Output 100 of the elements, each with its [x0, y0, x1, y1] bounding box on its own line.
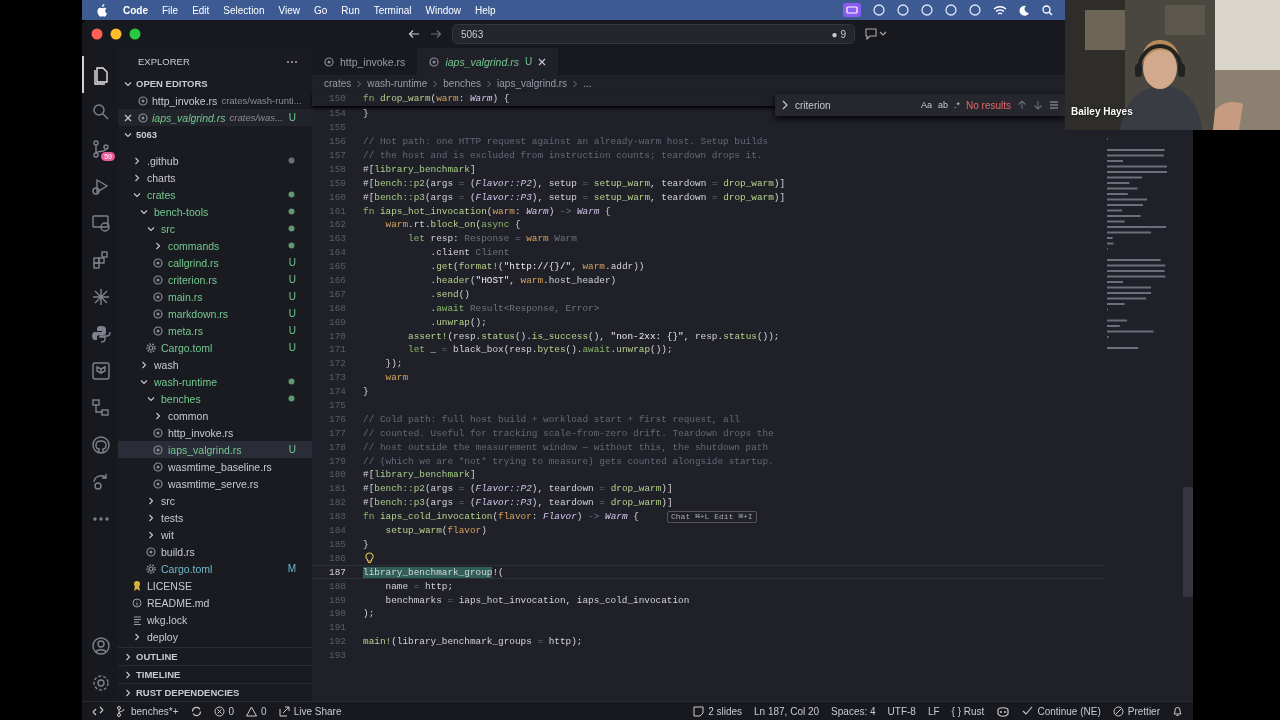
menu-item[interactable]: Help	[475, 4, 496, 16]
status-item[interactable]: benches*+	[131, 705, 179, 717]
tree-item[interactable]: Cargo.toml U	[118, 339, 312, 356]
status-item[interactable]: 0	[228, 705, 235, 717]
open-editor-item[interactable]: iaps_valgrind.rs crates/was... U	[118, 109, 312, 126]
status-item[interactable]: 0	[261, 705, 267, 717]
python-icon[interactable]	[91, 323, 111, 344]
menu-icon[interactable]	[1049, 100, 1059, 110]
more-actions-icon[interactable]	[286, 59, 298, 64]
chat-icon[interactable]	[865, 28, 887, 40]
tree-item[interactable]: callgrind.rs U	[118, 254, 312, 271]
screen-share-icon[interactable]	[843, 3, 861, 17]
close-icon[interactable]	[124, 113, 132, 122]
inline-chat-hint[interactable]: Chat ⌘+L Edit ⌘+I	[667, 510, 757, 523]
up-arrow-icon[interactable]	[1017, 100, 1027, 110]
menu-item[interactable]: File	[162, 4, 179, 16]
chevron-icon[interactable]	[781, 100, 789, 110]
tree-item[interactable]: charts	[118, 169, 312, 186]
status-item[interactable]: UTF-8	[887, 705, 916, 717]
tree-item[interactable]: meta.rs U	[118, 322, 312, 339]
files-icon[interactable]	[91, 64, 111, 85]
search-icon[interactable]	[91, 101, 111, 122]
status-item[interactable]: Live Share	[293, 705, 342, 717]
tree-item[interactable]: src	[118, 220, 312, 237]
search-icon[interactable]	[1042, 4, 1053, 16]
editor-tab[interactable]: iaps_valgrind.rs U	[417, 48, 559, 75]
menu-item[interactable]: Go	[314, 4, 328, 16]
tree-icon[interactable]	[91, 397, 111, 418]
bell-icon[interactable]	[1172, 705, 1183, 717]
find-option-toggle[interactable]: ab	[937, 100, 948, 110]
github-icon[interactable]	[91, 434, 111, 455]
tree-item[interactable]: wash-runtime	[118, 373, 312, 390]
menu-item[interactable]: Terminal	[373, 4, 412, 16]
command-center-field[interactable]: 5063 ● 9	[452, 24, 855, 44]
tree-item[interactable]: common	[118, 407, 312, 424]
status-item[interactable]: 2 slides	[708, 705, 743, 717]
down-arrow-icon[interactable]	[1033, 100, 1043, 110]
status-item[interactable]: { } Rust	[951, 705, 985, 717]
tree-item[interactable]: iaps_valgrind.rs U	[118, 441, 312, 458]
folder-header[interactable]: 5063	[118, 126, 312, 143]
find-option-toggle[interactable]: Aa	[920, 100, 932, 110]
circle-icon[interactable]	[921, 4, 933, 16]
section-header[interactable]: TIMELINE	[118, 665, 312, 683]
tree-item[interactable]: src	[118, 492, 312, 509]
status-item[interactable]: Continue (NE)	[1037, 705, 1101, 717]
close-icon[interactable]	[538, 57, 547, 66]
tree-item[interactable]: Cargo.toml M	[118, 560, 312, 577]
status-item[interactable]: Spaces: 4	[831, 705, 876, 717]
close-window-button[interactable]	[91, 28, 103, 40]
menu-item[interactable]: Run	[341, 4, 360, 16]
terraform-icon[interactable]	[91, 360, 111, 381]
status-item[interactable]: Prettier	[1127, 705, 1160, 717]
moon-icon[interactable]	[1019, 4, 1030, 16]
breadcrumb[interactable]: iaps_valgrind.rs	[497, 78, 568, 89]
breadcrumb[interactable]: benches	[443, 78, 482, 89]
open-editor-item[interactable]: http_invoke.rs crates/wash-runti...	[118, 92, 312, 109]
remote-icon[interactable]	[92, 706, 104, 716]
section-header[interactable]: OUTLINE	[118, 647, 312, 665]
tree-item[interactable]: http_invoke.rs	[118, 424, 312, 441]
maximize-window-button[interactable]	[129, 28, 141, 40]
status-item[interactable]: Ln 187, Col 20	[754, 705, 820, 717]
tree-item[interactable]: wash	[118, 356, 312, 373]
tree-item[interactable]: tests	[118, 509, 312, 526]
breadcrumb[interactable]: wash-runtime	[367, 78, 428, 89]
minimize-window-button[interactable]	[110, 28, 122, 40]
editor-tab[interactable]: http_invoke.rs	[312, 48, 418, 75]
settings-icon[interactable]	[91, 672, 111, 693]
tree-item[interactable]: deploy	[118, 628, 312, 645]
forward-arrow-icon[interactable]	[430, 29, 442, 39]
scm-icon[interactable]	[91, 138, 111, 159]
tree-item[interactable]: main.rs U	[118, 288, 312, 305]
menu-item[interactable]: Selection	[223, 4, 265, 16]
tree-item[interactable]: wasmtime_baseline.rs	[118, 458, 312, 475]
tree-item[interactable]: wasmtime_serve.rs	[118, 475, 312, 492]
breadcrumb[interactable]: crates	[324, 78, 352, 89]
back-arrow-icon[interactable]	[408, 29, 420, 39]
wifi-icon[interactable]	[993, 4, 1007, 16]
tree-item[interactable]: crates	[118, 186, 312, 203]
app-menu[interactable]: Code	[123, 4, 148, 16]
menu-item[interactable]: Edit	[192, 4, 210, 16]
status-item[interactable]: LF	[927, 705, 940, 717]
apple-icon[interactable]	[96, 3, 107, 17]
tree-item[interactable]: build.rs	[118, 543, 312, 560]
robot-icon[interactable]	[996, 705, 1011, 717]
menu-item[interactable]: View	[278, 4, 300, 16]
circle-icon[interactable]	[873, 4, 885, 16]
circle-icon[interactable]	[945, 4, 957, 16]
find-option-toggle[interactable]: .*	[953, 100, 960, 110]
sparkle-icon[interactable]	[91, 286, 111, 307]
breadcrumb[interactable]: ...	[583, 78, 592, 89]
tree-item[interactable]: benches	[118, 390, 312, 407]
lightbulb-icon[interactable]	[365, 552, 374, 565]
tree-item[interactable]: wkg.lock	[118, 611, 312, 628]
account-icon[interactable]	[91, 635, 111, 656]
circle-icon[interactable]	[897, 4, 909, 16]
circle-icon[interactable]	[969, 4, 981, 16]
sync-icon[interactable]	[190, 705, 202, 717]
tree-item[interactable]: criterion.rs U	[118, 271, 312, 288]
tree-item[interactable]: README.md	[118, 594, 312, 611]
extensions-icon[interactable]	[91, 249, 111, 270]
